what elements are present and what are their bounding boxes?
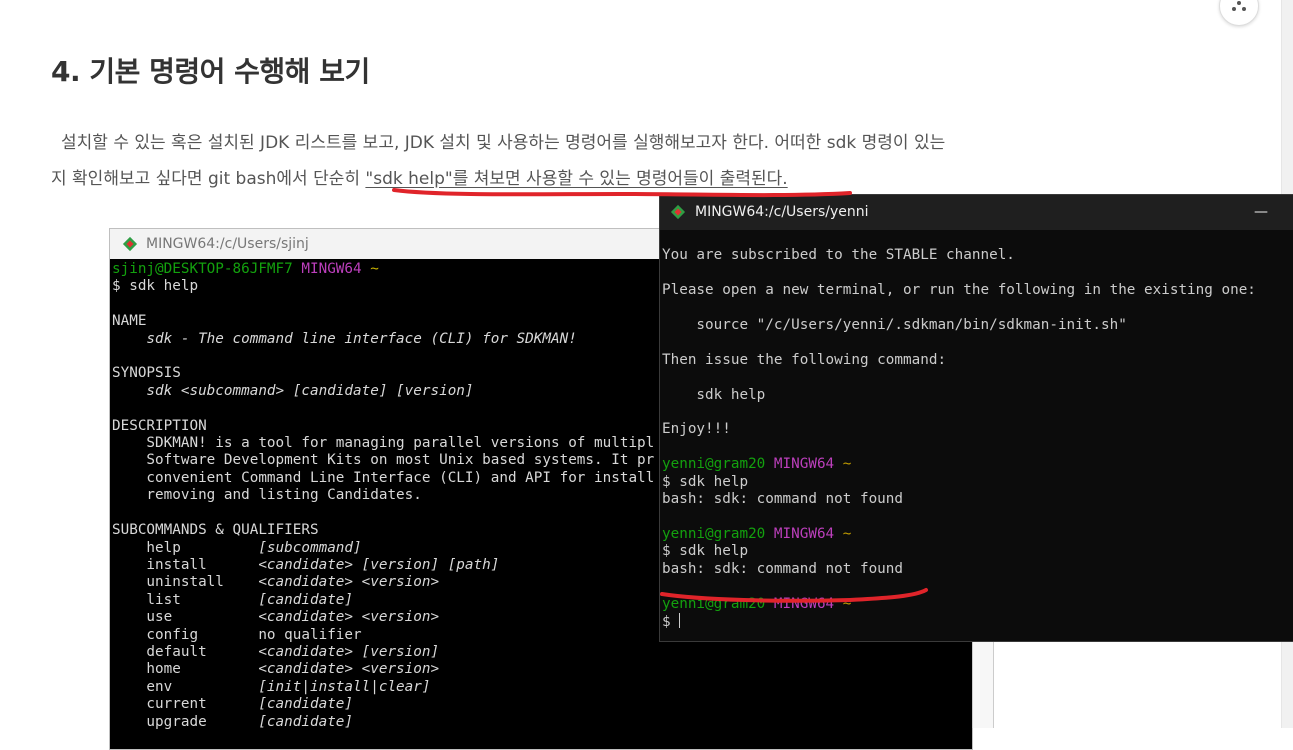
article-paragraph: 설치할 수 있는 혹은 설치된 JDK 리스트를 보고, JDK 설치 및 사용… — [51, 125, 1051, 197]
subcommand-row: config no qualifier — [112, 626, 362, 643]
subcommand-row: help [subcommand] — [112, 539, 362, 556]
prompt-env: MINGW64 — [773, 456, 835, 473]
error-line: bash: sdk: command not found — [662, 491, 904, 508]
prompt-env: MINGW64 — [301, 261, 362, 277]
right-terminal-titlebar[interactable]: MINGW64:/c/Users/yenni — — [660, 195, 1293, 230]
subcommand-row: default <candidate> [version] — [112, 643, 440, 660]
terminal-command: $ sdk help — [112, 278, 199, 295]
description-header: DESCRIPTION — [112, 417, 207, 434]
terminal-input[interactable]: $ — [662, 612, 681, 630]
prompt-user: sjinj@DESKTOP-86JFMF7 — [112, 261, 293, 277]
right-terminal-title: MINGW64:/c/Users/yenni — [695, 204, 869, 220]
subcommand-row: install <candidate> [version] [path] — [112, 556, 500, 573]
subcommand-row: uninstall <candidate> <version> — [112, 574, 440, 591]
then-issue-line: Then issue the following command: — [662, 351, 947, 368]
section-heading: 4. 기본 명령어 수행해 보기 — [51, 55, 370, 88]
paragraph-line-2: 지 확인해보고 싶다면 git bash에서 단순히 "sdk help"를 쳐… — [51, 161, 1051, 197]
background-window-edge — [972, 640, 994, 728]
terminal-command: $ sdk help — [662, 543, 749, 560]
prompt-path: ~ — [842, 456, 852, 473]
description-line: removing and listing Candidates. — [112, 487, 422, 504]
subscribed-line: You are subscribed to the STABLE channel… — [662, 247, 1015, 264]
right-terminal-content[interactable]: You are subscribed to the STABLE channel… — [660, 230, 1293, 631]
synopsis-text: sdk <subcommand> [candidate] [version] — [112, 382, 474, 399]
open-terminal-line: Please open a new terminal, or run the f… — [662, 282, 1256, 299]
subcommand-row: list [candidate] — [112, 591, 354, 608]
subcommand-row: upgrade [candidate] — [112, 713, 354, 730]
git-logo-icon — [670, 204, 686, 220]
synopsis-header: SYNOPSIS — [112, 365, 181, 382]
description-line: SDKMAN! is a tool for managing parallel … — [112, 435, 655, 452]
enjoy-line: Enjoy!!! — [662, 421, 731, 438]
subcommands-header: SUBCOMMANDS & QUALIFIERS — [112, 522, 319, 539]
prompt-user: yenni@gram20 — [662, 595, 766, 612]
description-line: convenient Command Line Interface (CLI) … — [112, 469, 655, 486]
terminal-command: $ sdk help — [662, 473, 749, 490]
prompt-path: ~ — [842, 595, 852, 612]
git-logo-icon — [122, 236, 138, 252]
name-header: NAME — [112, 313, 147, 330]
right-terminal-window[interactable]: MINGW64:/c/Users/yenni — You are subscri… — [659, 194, 1293, 642]
subcommand-row: use <candidate> <version> — [112, 609, 440, 626]
prompt-path: ~ — [370, 261, 379, 277]
paragraph-line-1: 설치할 수 있는 혹은 설치된 JDK 리스트를 보고, JDK 설치 및 사용… — [61, 133, 946, 153]
minimize-button[interactable]: — — [1254, 195, 1268, 230]
text-cursor — [679, 612, 681, 628]
name-text: sdk - The command line interface (CLI) f… — [112, 330, 577, 347]
prompt-path: ~ — [842, 525, 852, 542]
sdk-help-hint-line: sdk help — [662, 386, 766, 403]
left-terminal-title: MINGW64:/c/Users/sjinj — [146, 236, 309, 252]
paragraph-line-2-start: 지 확인해보고 싶다면 git bash에서 단순히 — [51, 169, 366, 189]
error-line: bash: sdk: command not found — [662, 560, 904, 577]
paragraph-underlined-text: "sdk help"를 쳐보면 사용할 수 있는 명령어들이 출력된다. — [365, 169, 788, 189]
prompt-env: MINGW64 — [773, 595, 835, 612]
prompt-env: MINGW64 — [773, 525, 835, 542]
subcommand-row: home <candidate> <version> — [112, 661, 440, 678]
description-line: Software Development Kits on most Unix b… — [112, 452, 655, 469]
subcommand-row: env [init|install|clear] — [112, 678, 431, 695]
subcommand-row: current [candidate] — [112, 696, 354, 713]
more-options-button[interactable] — [1219, 0, 1259, 26]
prompt-user: yenni@gram20 — [662, 525, 766, 542]
source-line: source "/c/Users/yenni/.sdkman/bin/sdkma… — [662, 317, 1127, 334]
prompt-user: yenni@gram20 — [662, 456, 766, 473]
